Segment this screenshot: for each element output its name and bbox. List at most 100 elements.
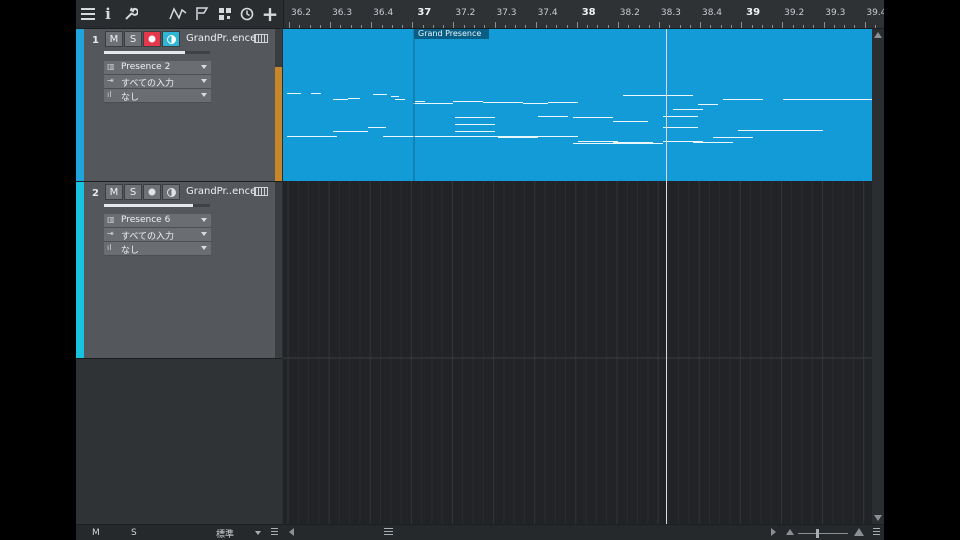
- ruler-tick: [823, 22, 825, 28]
- scroll-down-icon[interactable]: [874, 515, 882, 521]
- instrument-select[interactable]: ▥ Presence 2: [104, 61, 211, 75]
- zoom-in-icon[interactable]: [854, 528, 864, 536]
- ruler-tick: [463, 25, 465, 28]
- ruler-tick-label: 36.4: [373, 8, 394, 18]
- chevron-down-icon: [201, 65, 207, 69]
- arrangement-scrollbar[interactable]: [872, 29, 884, 524]
- record-arm-button[interactable]: [143, 184, 161, 200]
- scroll-left-icon[interactable]: [289, 528, 294, 536]
- scroll-thumb[interactable]: [275, 67, 282, 181]
- midi-note: [287, 93, 301, 94]
- midi-note: [413, 103, 453, 104]
- ruler-tick: [648, 25, 650, 28]
- midi-note: [653, 95, 693, 96]
- ruler-tick: [741, 22, 743, 28]
- status-bar: M S 標準: [76, 524, 884, 540]
- monitor-button[interactable]: [162, 184, 180, 200]
- info-icon[interactable]: i: [99, 5, 117, 23]
- chevron-down-icon[interactable]: [255, 531, 261, 535]
- instrument-select[interactable]: ▥ Presence 6: [104, 214, 211, 228]
- midi-note: [498, 136, 538, 137]
- ruler-tick: [803, 25, 804, 28]
- grid-icon[interactable]: [216, 5, 234, 23]
- track-scrollbar[interactable]: [275, 29, 282, 181]
- daw-window: i + 36.2 36.3 36.4 37 37.2 37.3 37.4 38 38.2 38.3…: [76, 0, 884, 540]
- midi-clip[interactable]: Grand Presence: [283, 29, 872, 181]
- midi-note: [753, 130, 788, 131]
- ruler-tick: [494, 22, 496, 28]
- midi-note: [573, 117, 613, 118]
- track-row[interactable]: 2 M S GrandPr..ence ▥ Presence 6 ⇥ すべての入…: [76, 182, 282, 359]
- mute-button[interactable]: M: [105, 31, 123, 47]
- marker-icon[interactable]: [193, 5, 211, 23]
- ruler-tick: [504, 25, 506, 28]
- playhead[interactable]: [666, 29, 667, 524]
- zoom-slider-thumb[interactable]: [816, 529, 819, 538]
- midi-note: [538, 136, 578, 137]
- ruler-tick-label: 39: [746, 7, 761, 18]
- track-row[interactable]: 1 M S GrandPr..ence ▥ Presence 2 ⇥ すべての入…: [76, 29, 282, 182]
- horizontal-scroll-thumb[interactable]: [384, 527, 393, 535]
- ruler-tick: [484, 25, 486, 28]
- list-icon[interactable]: [873, 528, 880, 535]
- midi-note: [673, 109, 703, 110]
- ruler-tick: [669, 25, 671, 28]
- midi-note: [333, 99, 348, 100]
- ruler-tick: [453, 22, 455, 28]
- ruler-tick: [689, 25, 691, 28]
- scroll-up-icon[interactable]: [874, 32, 882, 38]
- wrench-icon[interactable]: [122, 5, 140, 23]
- scroll-right-icon[interactable]: [771, 528, 776, 536]
- automation-icon[interactable]: [169, 5, 187, 23]
- ruler-tick: [525, 25, 527, 28]
- midi-note: [413, 136, 453, 137]
- chevron-down-icon: [201, 246, 207, 250]
- ruler-tick: [638, 25, 640, 28]
- record-arm-button[interactable]: [143, 31, 161, 47]
- add-track-icon[interactable]: +: [261, 2, 279, 26]
- volume-slider[interactable]: [104, 204, 210, 207]
- track-name[interactable]: GrandPr..ence: [186, 33, 256, 44]
- ruler-tick: [782, 22, 784, 28]
- midi-note: [395, 99, 405, 100]
- global-solo-button[interactable]: S: [131, 528, 137, 538]
- track-name[interactable]: GrandPr..ence: [186, 186, 256, 197]
- zoom-out-icon[interactable]: [786, 529, 794, 535]
- view-mode-select[interactable]: 標準: [216, 527, 234, 540]
- ruler-tick-label: 39.2: [784, 8, 805, 18]
- track-color-strip: [76, 182, 84, 358]
- midi-note: [783, 130, 823, 131]
- ruler-tick: [391, 25, 393, 28]
- solo-button[interactable]: S: [124, 184, 142, 200]
- global-mute-button[interactable]: M: [92, 528, 100, 538]
- volume-slider[interactable]: [104, 51, 210, 54]
- ruler-tick: [371, 22, 373, 28]
- timeline-ruler[interactable]: 36.2 36.3 36.4 37 37.2 37.3 37.4 38 38.2 38.3 38.4…: [283, 0, 884, 29]
- clock-icon[interactable]: [238, 5, 256, 23]
- ruler-tick: [515, 25, 517, 28]
- menu-icon[interactable]: [79, 5, 97, 23]
- midi-note: [693, 142, 733, 143]
- ruler-tick: [761, 25, 763, 28]
- keyboard-icon: ▥: [107, 215, 115, 224]
- arrangement-view[interactable]: Grand Presence: [283, 29, 872, 524]
- mute-button[interactable]: M: [105, 184, 123, 200]
- midi-note: [573, 143, 663, 144]
- chevron-down-icon: [201, 79, 207, 83]
- keyboard-icon: [254, 187, 268, 196]
- midi-note: [453, 136, 501, 137]
- list-icon[interactable]: [271, 528, 278, 535]
- input-select[interactable]: ⇥ すべての入力: [104, 228, 211, 242]
- ruler-tick: [474, 25, 476, 28]
- zoom-slider[interactable]: [798, 533, 848, 534]
- input-select[interactable]: ⇥ すべての入力: [104, 75, 211, 89]
- monitor-button[interactable]: [162, 31, 180, 47]
- solo-button[interactable]: S: [124, 31, 142, 47]
- midi-note: [348, 98, 360, 99]
- channel-select[interactable]: ıl なし: [104, 242, 211, 256]
- track-scrollbar[interactable]: [275, 182, 282, 358]
- ruler-tick: [700, 22, 702, 28]
- channel-select[interactable]: ıl なし: [104, 89, 211, 103]
- ruler-tick: [874, 25, 876, 28]
- midi-note: [373, 94, 387, 95]
